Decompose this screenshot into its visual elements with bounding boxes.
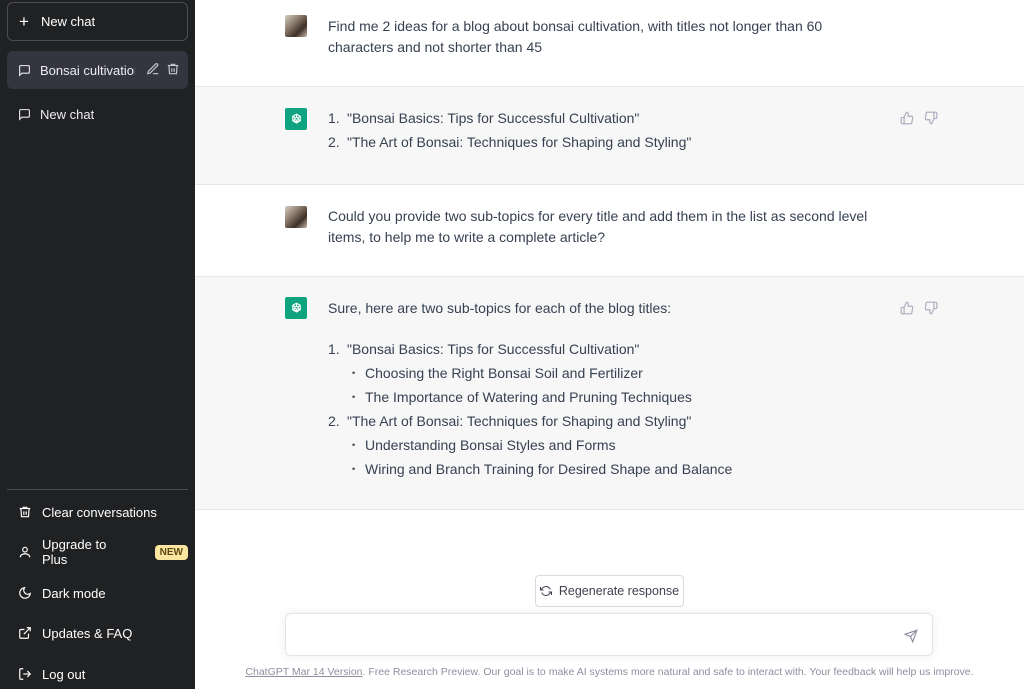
dark-mode-label: Dark mode (42, 585, 106, 601)
footer-text: . Free Research Preview. Our goal is to … (362, 666, 974, 678)
regenerate-response-button[interactable]: Regenerate response (535, 575, 684, 607)
list-item-text: "The Art of Bonsai: Techniques for Shapi… (347, 134, 692, 150)
chat-main: Find me 2 ideas for a blog about bonsai … (195, 0, 1024, 689)
list-number: 2. (328, 413, 340, 429)
list-number: 2. (328, 134, 340, 150)
list-item: 1. "Bonsai Basics: Tips for Successful Cu… (328, 339, 888, 408)
sub-list-item: Understanding Bonsai Styles and Forms (347, 435, 888, 456)
assistant-message: 1. "Bonsai Basics: Tips for Successful Cu… (195, 87, 1024, 185)
conversation-label: New chat (40, 106, 95, 122)
conversation-label: Bonsai cultivation (40, 62, 135, 78)
assistant-avatar (285, 297, 307, 319)
thumbs-down-icon[interactable] (924, 301, 938, 315)
log-out-button[interactable]: Log out (7, 655, 188, 689)
thumbs-up-icon[interactable] (900, 111, 914, 125)
list-item-text: "Bonsai Basics: Tips for Successful Cult… (347, 110, 640, 126)
regenerate-label: Regenerate response (558, 584, 680, 598)
list-item-text: "The Art of Bonsai: Techniques for Shapi… (347, 413, 692, 429)
assistant-avatar (285, 108, 307, 130)
list-number: 1. (328, 110, 340, 126)
clear-conversations-button[interactable]: Clear conversations (7, 493, 188, 531)
sidebar: + New chat Bonsai cultivation New chat C… (0, 0, 195, 689)
clear-conversations-label: Clear conversations (42, 504, 157, 520)
assistant-message: Sure, here are two sub-topics for each o… (195, 277, 1024, 510)
conversation-item-new-chat[interactable]: New chat (7, 95, 188, 133)
sub-list: Choosing the Right Bonsai Soil and Ferti… (347, 363, 888, 408)
external-link-icon (18, 626, 32, 640)
list-item: 2. "The Art of Bonsai: Techniques for Sha… (328, 411, 888, 480)
upgrade-to-plus-button[interactable]: Upgrade to Plus NEW (7, 533, 188, 571)
sub-list-item: Wiring and Branch Training for Desired S… (347, 459, 888, 480)
message-input-box (285, 613, 933, 656)
chat-bubble-icon (18, 108, 31, 121)
user-message: Find me 2 ideas for a blog about bonsai … (195, 0, 1024, 87)
feedback-buttons (900, 301, 938, 315)
list-item-text: "Bonsai Basics: Tips for Successful Cult… (347, 341, 640, 357)
upgrade-label: Upgrade to Plus (42, 537, 107, 567)
refresh-icon (539, 585, 552, 597)
openai-logo-icon (291, 113, 301, 124)
message-text: Find me 2 ideas for a blog about bonsai … (328, 18, 823, 55)
new-chat-button[interactable]: + New chat (7, 2, 188, 41)
updates-faq-label: Updates & FAQ (42, 625, 133, 641)
new-chat-label: New chat (40, 14, 96, 29)
message-text: Could you provide two sub-topics for eve… (328, 208, 868, 245)
sub-list-item: Choosing the Right Bonsai Soil and Ferti… (347, 363, 888, 384)
ordered-list: 1. "Bonsai Basics: Tips for Successful Cu… (328, 339, 888, 480)
send-icon[interactable] (904, 629, 918, 643)
footer: ChatGPT Mar 14 Version. Free Research Pr… (195, 666, 1024, 678)
ordered-list: 1. "Bonsai Basics: Tips for Successful Cu… (328, 108, 888, 153)
list-item: 2. "The Art of Bonsai: Techniques for Sha… (328, 132, 888, 153)
list-number: 1. (328, 341, 340, 357)
sub-list-item: The Importance of Watering and Pruning T… (347, 387, 888, 408)
user-avatar (285, 206, 307, 228)
sidebar-divider (7, 489, 188, 490)
message-input[interactable] (298, 624, 888, 646)
log-out-label: Log out (42, 666, 86, 682)
version-link[interactable]: ChatGPT Mar 14 Version (245, 666, 362, 678)
sub-list: Understanding Bonsai Styles and Forms Wi… (347, 435, 888, 480)
trash-icon (18, 505, 32, 519)
plus-icon: + (19, 12, 29, 31)
user-icon (18, 545, 32, 559)
feedback-buttons (900, 111, 938, 125)
user-message: Could you provide two sub-topics for eve… (195, 185, 1024, 277)
updates-faq-link[interactable]: Updates & FAQ (7, 614, 188, 652)
message-intro: Sure, here are two sub-topics for each o… (328, 300, 672, 316)
delete-icon[interactable] (166, 62, 180, 76)
conversation-item-bonsai[interactable]: Bonsai cultivation (7, 51, 188, 89)
thumbs-down-icon[interactable] (924, 111, 938, 125)
list-item: 1. "Bonsai Basics: Tips for Successful Cu… (328, 108, 888, 129)
edit-icon[interactable] (146, 62, 160, 76)
logout-icon (18, 667, 32, 681)
openai-logo-icon (291, 302, 301, 313)
moon-icon (18, 586, 32, 600)
new-badge: NEW (154, 544, 188, 560)
chat-bubble-icon (18, 64, 31, 77)
user-avatar (285, 15, 307, 37)
thumbs-up-icon[interactable] (900, 301, 914, 315)
dark-mode-button[interactable]: Dark mode (7, 574, 188, 612)
